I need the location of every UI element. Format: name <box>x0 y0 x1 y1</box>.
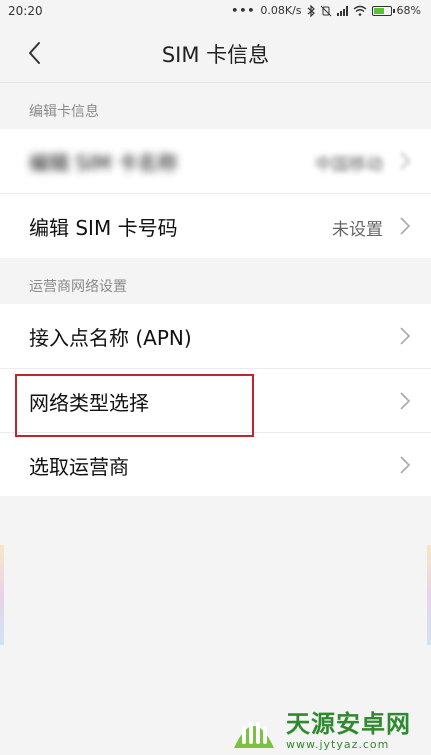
network-type-row[interactable]: 网络类型选择 <box>0 369 431 433</box>
edit-sim-name-value: 中国移动 <box>315 155 383 175</box>
vibrate-off-icon <box>320 5 331 16</box>
wifi-icon <box>353 5 366 16</box>
chevron-right-icon <box>400 327 411 345</box>
edit-sim-name-row[interactable]: 编辑 SIM 卡名称 中国移动 <box>0 129 431 193</box>
page-title: SIM 卡信息 <box>161 43 270 67</box>
edit-card-section: 编辑 SIM 卡名称 中国移动 编辑 SIM 卡号码 未设置 <box>0 129 431 258</box>
more-dots: ••• <box>231 4 256 17</box>
signal-icon <box>336 5 348 16</box>
carrier-settings-section: 接入点名称 (APN) 网络类型选择 选取运营商 <box>0 304 431 496</box>
battery-icon <box>371 5 395 16</box>
chevron-right-icon <box>400 152 411 170</box>
bluetooth-icon <box>307 4 315 17</box>
android-logo-icon <box>234 722 274 748</box>
edit-sim-number-label: 编辑 SIM 卡号码 <box>29 216 178 240</box>
watermark-title: 天源安卓网 <box>286 709 411 738</box>
network-speed: 0.08K/s <box>260 4 302 17</box>
watermark-url: www.jytyaz.com <box>286 737 390 751</box>
watermark: 天源安卓网 www.jytyaz.com <box>228 708 411 752</box>
status-icons: ••• 0.08K/s 68% <box>231 4 421 17</box>
network-type-label: 网络类型选择 <box>29 391 149 415</box>
chevron-right-icon <box>400 217 411 235</box>
section-label-edit: 编辑卡信息 <box>29 104 99 120</box>
edge-decoration <box>0 545 4 645</box>
apn-row[interactable]: 接入点名称 (APN) <box>0 304 431 368</box>
edit-sim-number-value: 未设置 <box>332 220 383 240</box>
select-carrier-row[interactable]: 选取运营商 <box>0 433 431 497</box>
chevron-right-icon <box>400 456 411 474</box>
select-carrier-label: 选取运营商 <box>29 455 129 479</box>
status-bar: 20:20 ••• 0.08K/s 68% <box>0 0 431 24</box>
apn-label: 接入点名称 (APN) <box>29 326 192 350</box>
app-header: SIM 卡信息 <box>0 24 431 83</box>
edge-decoration <box>427 545 431 645</box>
edit-sim-number-row[interactable]: 编辑 SIM 卡号码 未设置 <box>0 194 431 258</box>
section-label-carrier: 运营商网络设置 <box>29 279 127 295</box>
chevron-right-icon <box>400 392 411 410</box>
status-time: 20:20 <box>8 4 43 18</box>
battery-percent: 68% <box>396 4 421 17</box>
edit-sim-name-label: 编辑 SIM 卡名称 <box>29 151 178 175</box>
